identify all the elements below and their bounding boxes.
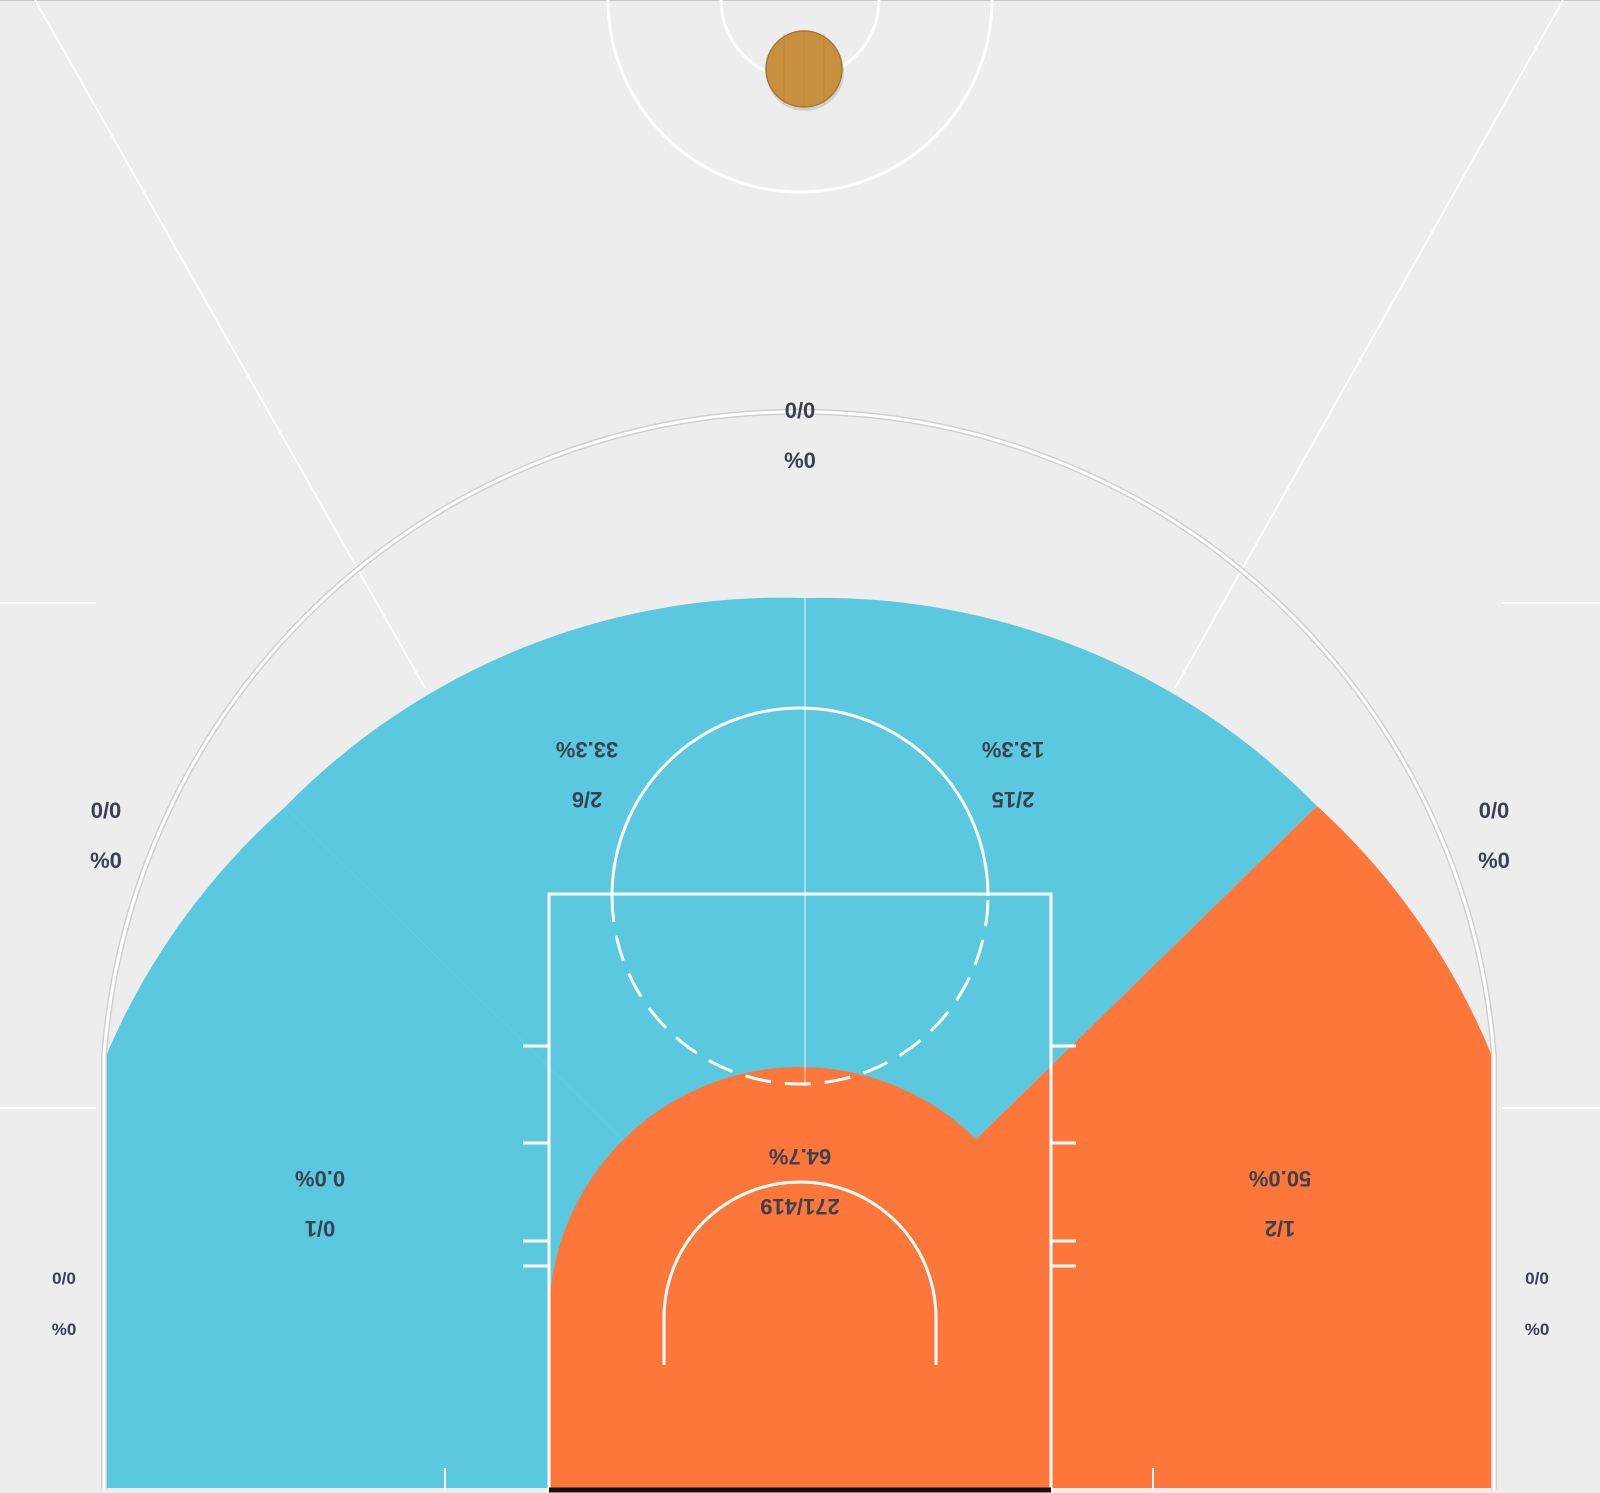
three-right-pct: %0 <box>1478 848 1510 873</box>
three-top-made-att: 0/0 <box>785 398 816 423</box>
paint-pct: 64.7% <box>769 1144 831 1169</box>
mid-left-made-att: 2/6 <box>572 787 603 812</box>
mid-left-pct: 33.3% <box>556 737 618 762</box>
corner-left-pct: %0 <box>52 1320 77 1339</box>
three-right-made-att: 0/0 <box>1479 798 1510 823</box>
baseline-right-pct: 50.0% <box>1249 1166 1311 1191</box>
mid-right-pct: 13.3% <box>982 737 1044 762</box>
basketball-icon <box>765 30 844 111</box>
paint-made-att: 271/419 <box>760 1194 840 1219</box>
baseline-left-pct: 0.0% <box>295 1166 345 1191</box>
mid-right-made-att: 2/15 <box>992 787 1035 812</box>
shot-chart-court: 271/419 64.7% 2/6 33.3% 2/15 13.3% 0/1 0… <box>0 0 1600 1493</box>
baseline-right-made-att: 1/2 <box>1265 1216 1296 1241</box>
three-top-pct: %0 <box>784 448 816 473</box>
baseline-left-made-att: 0/1 <box>305 1216 336 1241</box>
three-left-made-att: 0/0 <box>91 798 122 823</box>
corner-left-made-att: 0/0 <box>52 1269 76 1288</box>
three-left-pct: %0 <box>90 848 122 873</box>
corner-right-made-att: 0/0 <box>1525 1269 1549 1288</box>
corner-right-pct: %0 <box>1525 1320 1550 1339</box>
